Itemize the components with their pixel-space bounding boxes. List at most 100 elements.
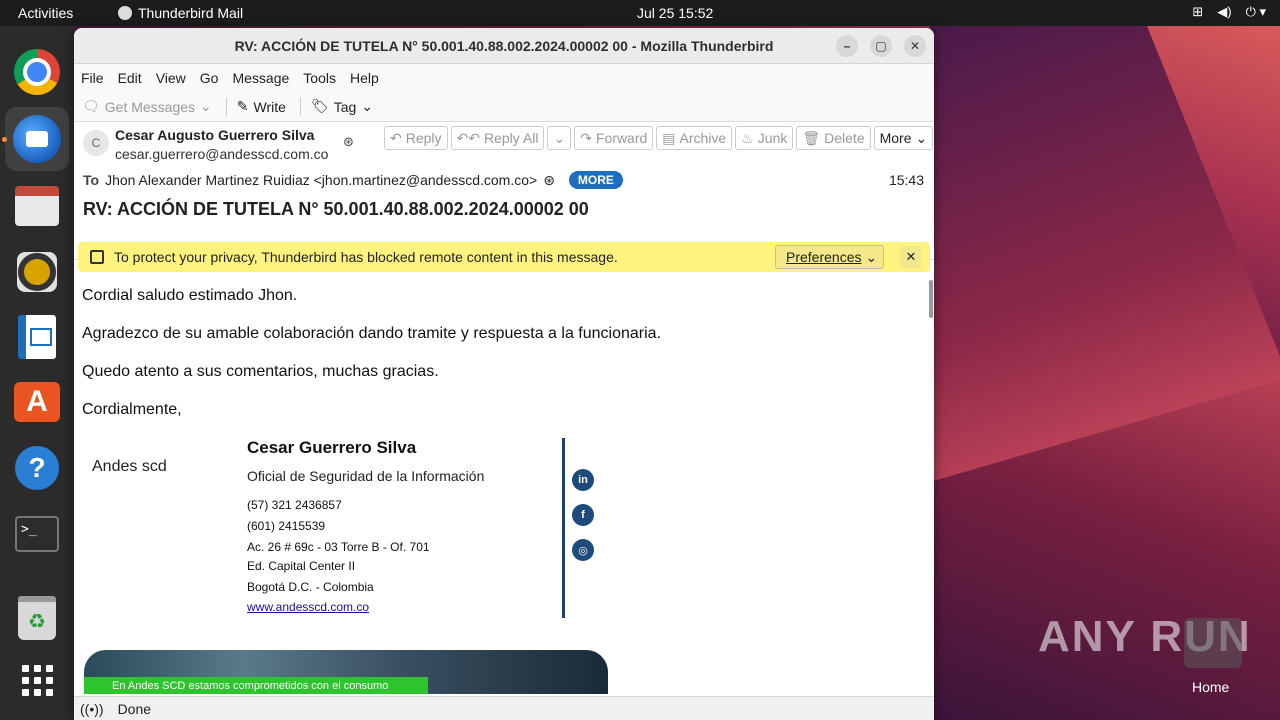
avatar: C <box>83 130 109 156</box>
terminal-launcher[interactable]: >_ <box>13 510 61 558</box>
toolbar-separator <box>225 97 227 116</box>
add-contact-icon[interactable]: ⊛ <box>343 134 354 150</box>
home-folder-label[interactable]: Home <box>1192 679 1229 695</box>
junk-button[interactable]: ♨ Junk <box>735 126 794 150</box>
activities-button[interactable]: Activities <box>18 5 73 21</box>
write-button[interactable]: ✎ Write <box>237 98 286 115</box>
privacy-icon <box>90 250 104 264</box>
tag-button[interactable]: 🏷 Tag ⌄ <box>311 98 373 115</box>
document-icon <box>18 315 56 359</box>
instagram-icon[interactable]: ◎ <box>572 539 594 561</box>
delete-button[interactable]: 🗑 Delete <box>796 126 871 150</box>
add-contact-icon[interactable]: ⊛ <box>543 172 555 189</box>
folder-icon <box>15 186 59 226</box>
reply-options-dropdown[interactable]: ⌄ <box>547 126 572 150</box>
reply-all-icon: ↶↶ <box>456 129 480 146</box>
chat-icon: 🗨 <box>82 98 100 114</box>
menu-file[interactable]: File <box>81 70 104 86</box>
dock: A ? >_ ♻ <box>0 26 74 720</box>
reply-all-button[interactable]: ↶↶ Reply All <box>450 126 545 150</box>
chrome-icon <box>14 49 60 95</box>
tag-icon: 🏷 <box>310 98 329 114</box>
writer-launcher[interactable] <box>13 313 61 361</box>
home-folder-icon[interactable] <box>1184 618 1242 668</box>
to-recipient[interactable]: Jhon Alexander Martinez Ruidiaz <jhon.ma… <box>105 172 537 188</box>
menu-view[interactable]: View <box>156 70 186 86</box>
get-messages-button[interactable]: 🗨 Get Messages ⌄ <box>82 98 212 115</box>
facebook-icon[interactable]: f <box>572 504 594 526</box>
message-time: 15:43 <box>888 172 924 188</box>
trash-launcher[interactable]: ♻ <box>13 594 61 642</box>
speaker-icon <box>17 252 57 292</box>
minimize-button[interactable]: – <box>836 35 858 57</box>
clock[interactable]: Jul 25 15:52 <box>637 5 713 21</box>
files-launcher[interactable] <box>13 182 61 230</box>
thunderbird-icon <box>13 115 61 163</box>
body-line: Quedo atento a sus comentarios, muchas g… <box>82 363 439 380</box>
delete-label: Delete <box>824 130 865 146</box>
to-row: To Jhon Alexander Martinez Ruidiaz <jhon… <box>83 171 623 189</box>
app-menu[interactable]: Thunderbird Mail <box>118 5 243 21</box>
toolbar-separator <box>299 97 301 116</box>
from-email[interactable]: cesar.guerrero@andesscd.com.co <box>115 146 328 162</box>
title-bar[interactable]: RV: ACCIÓN DE TUTELA N° 50.001.40.88.002… <box>74 28 934 64</box>
help-icon: ? <box>15 446 59 490</box>
forward-label: Forward <box>595 130 648 146</box>
signature-phone: (601) 2415539 <box>247 519 326 533</box>
reply-button[interactable]: ↶ Reply <box>384 126 448 150</box>
toolbar: 🗨 Get Messages ⌄ ✎ Write 🏷 Tag ⌄ <box>74 92 934 122</box>
archive-icon: ▤ <box>662 129 676 146</box>
chevron-down-icon[interactable]: ⌄ <box>200 98 212 115</box>
body-line: Agradezco de su amable colaboración dand… <box>82 325 662 342</box>
signature-banner-image: En Andes SCD estamos comprometidos con e… <box>84 650 608 694</box>
junk-label: Junk <box>757 130 788 146</box>
trash-icon: ♻ <box>18 596 56 640</box>
signature-address: Ac. 26 # 69c - 03 Torre B - Of. 701 <box>247 540 430 554</box>
banner-text: En Andes SCD estamos comprometidos con e… <box>84 677 428 694</box>
body-line: Cordial saludo estimado Jhon. <box>82 287 298 304</box>
more-button[interactable]: More ⌄ <box>873 126 934 150</box>
archive-label: Archive <box>679 130 727 146</box>
rhythmbox-launcher[interactable] <box>13 248 61 296</box>
more-label: More <box>879 130 912 146</box>
linkedin-icon[interactable]: in <box>572 469 594 491</box>
preferences-label: Preferences <box>786 249 862 265</box>
signature-address: Ed. Capital Center II <box>247 559 356 573</box>
forward-button[interactable]: ↷ Forward <box>574 126 654 150</box>
help-launcher[interactable]: ? <box>13 444 61 492</box>
close-button[interactable]: ✕ <box>904 35 926 57</box>
message-body: Cordial saludo estimado Jhon. Agradezco … <box>74 278 934 694</box>
from-name[interactable]: Cesar Augusto Guerrero Silva <box>115 127 314 143</box>
signature-name: Cesar Guerrero Silva <box>247 438 417 457</box>
show-apps-button[interactable] <box>13 656 61 704</box>
network-icon: ⊞ <box>1192 4 1204 19</box>
chrome-launcher[interactable] <box>13 48 61 96</box>
store-icon: A <box>14 382 60 422</box>
more-recipients-button[interactable]: MORE <box>568 171 623 189</box>
signature-title: Oficial de Seguridad de la Información <box>247 468 485 484</box>
signature-website-link[interactable]: www.andesscd.com.co <box>247 600 369 614</box>
menu-bar: File Edit View Go Message Tools Help <box>74 64 934 92</box>
archive-button[interactable]: ▤ Archive <box>656 126 733 150</box>
menu-go[interactable]: Go <box>200 70 219 86</box>
terminal-icon: >_ <box>15 516 59 552</box>
reply-all-label: Reply All <box>484 130 539 146</box>
to-label: To <box>83 172 100 188</box>
scrollbar[interactable] <box>929 280 933 318</box>
close-icon[interactable]: ✕ <box>900 246 922 268</box>
chevron-down-icon: ⌄ <box>915 129 928 146</box>
chevron-down-icon: ⌄ <box>361 98 374 114</box>
preferences-button[interactable]: Preferences ⌄ <box>775 245 885 269</box>
maximize-button[interactable]: ▢ <box>870 35 892 57</box>
thunderbird-launcher[interactable] <box>5 107 69 171</box>
reply-label: Reply <box>405 130 442 146</box>
system-tray[interactable]: ⊞ ◀) ⏻ ▾ <box>1192 4 1266 20</box>
app-center-launcher[interactable]: A <box>13 378 61 426</box>
menu-message[interactable]: Message <box>232 70 289 86</box>
status-text: Done <box>117 700 152 717</box>
status-bar: ((•)) Done <box>74 696 934 720</box>
menu-tools[interactable]: Tools <box>303 70 336 86</box>
thunderbird-icon <box>118 6 132 20</box>
menu-edit[interactable]: Edit <box>118 70 142 86</box>
menu-help[interactable]: Help <box>350 70 379 86</box>
